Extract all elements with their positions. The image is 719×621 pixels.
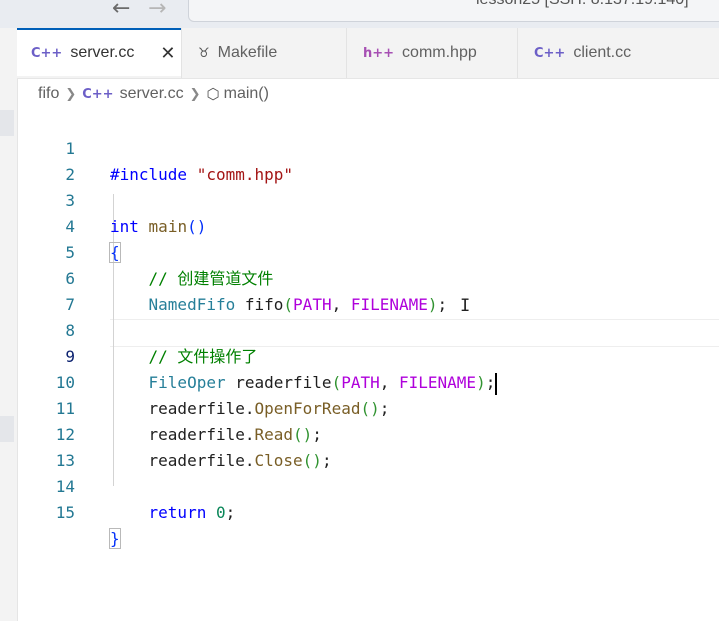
back-arrow-icon[interactable]: ← [112, 0, 130, 21]
forward-arrow-icon[interactable]: → [148, 0, 166, 21]
code-line[interactable]: 2 [17, 136, 719, 184]
tab-server-cc[interactable]: C++ server.cc ✕ [17, 28, 181, 76]
tab-label: client.cc [573, 44, 632, 61]
strip-marker [0, 416, 14, 442]
command-center-text: lesson25 [SSH: 8.137.19.140] [476, 0, 689, 9]
hpp-file-icon: h++ [363, 45, 395, 61]
chevron-right-icon: ❯ [189, 86, 201, 102]
tab-label: server.cc [70, 44, 135, 61]
tab-label: comm.hpp [402, 44, 477, 61]
code-line[interactable]: 8 // 文件操作了 [17, 292, 719, 366]
mouse-ibeam-cursor-icon: I [460, 296, 471, 316]
cpp-file-icon: C++ [82, 86, 114, 102]
code-line[interactable]: 15 } [17, 474, 719, 549]
code-line[interactable]: 7 [17, 266, 719, 314]
editor-tab-bar: C++ server.cc ✕ ♉ Makefile h++ comm.hpp … [17, 28, 719, 79]
tab-comm-hpp[interactable]: h++ comm.hpp [347, 28, 517, 78]
activity-strip [0, 28, 18, 621]
code-line[interactable]: 12 readerfile.Close(); [17, 396, 719, 470]
code-line[interactable]: 4 { [17, 188, 719, 263]
code-line[interactable]: 1 #include "comm.hpp" [17, 110, 719, 184]
code-editor[interactable]: 1 #include "comm.hpp" 2 3 int main() 4 {… [17, 108, 719, 621]
tab-client-cc[interactable]: C++ client.cc [518, 28, 698, 78]
code-line[interactable]: 3 int main() [17, 162, 719, 236]
code-line[interactable]: 13 [17, 422, 719, 470]
cpp-file-icon: C++ [31, 45, 63, 61]
code-line[interactable]: 10 readerfile.OpenForRead(); [17, 344, 719, 418]
code-line[interactable]: 11 readerfile.Read(); [17, 370, 719, 444]
cpp-file-icon: C++ [534, 45, 566, 61]
breadcrumb-file[interactable]: server.cc [120, 85, 184, 103]
tab-label: Makefile [217, 44, 278, 61]
chevron-right-icon: ❯ [65, 86, 77, 102]
code-line-current[interactable]: 9 FileOper readerfile(PATH, FILENAME); [17, 318, 719, 395]
code-line[interactable]: 14 return 0; [17, 448, 719, 522]
line-number: 15 [55, 503, 75, 522]
breadcrumb: fifo ❯ C++ server.cc ❯ ⬡ main() [38, 82, 269, 106]
code-line[interactable]: 6 NamedFifo fifo(PATH, FILENAME); [17, 240, 719, 314]
command-center[interactable]: ⤢ lesson25 [SSH: 8.137.19.140] [188, 0, 719, 22]
title-bar: ← → ⤢ lesson25 [SSH: 8.137.19.140] [0, 0, 719, 28]
symbol-method-icon: ⬡ [206, 85, 220, 103]
breadcrumb-symbol[interactable]: main() [224, 85, 269, 103]
code-text: return 0; [148, 503, 236, 522]
tab-makefile[interactable]: ♉ Makefile [182, 28, 346, 78]
breadcrumb-folder[interactable]: fifo [38, 85, 59, 103]
strip-marker [0, 110, 14, 136]
makefile-icon: ♉ [198, 45, 210, 61]
close-icon[interactable]: ✕ [160, 43, 175, 64]
code-line[interactable]: 5 // 创建管道文件 [17, 214, 719, 288]
code-text: } [109, 528, 121, 549]
